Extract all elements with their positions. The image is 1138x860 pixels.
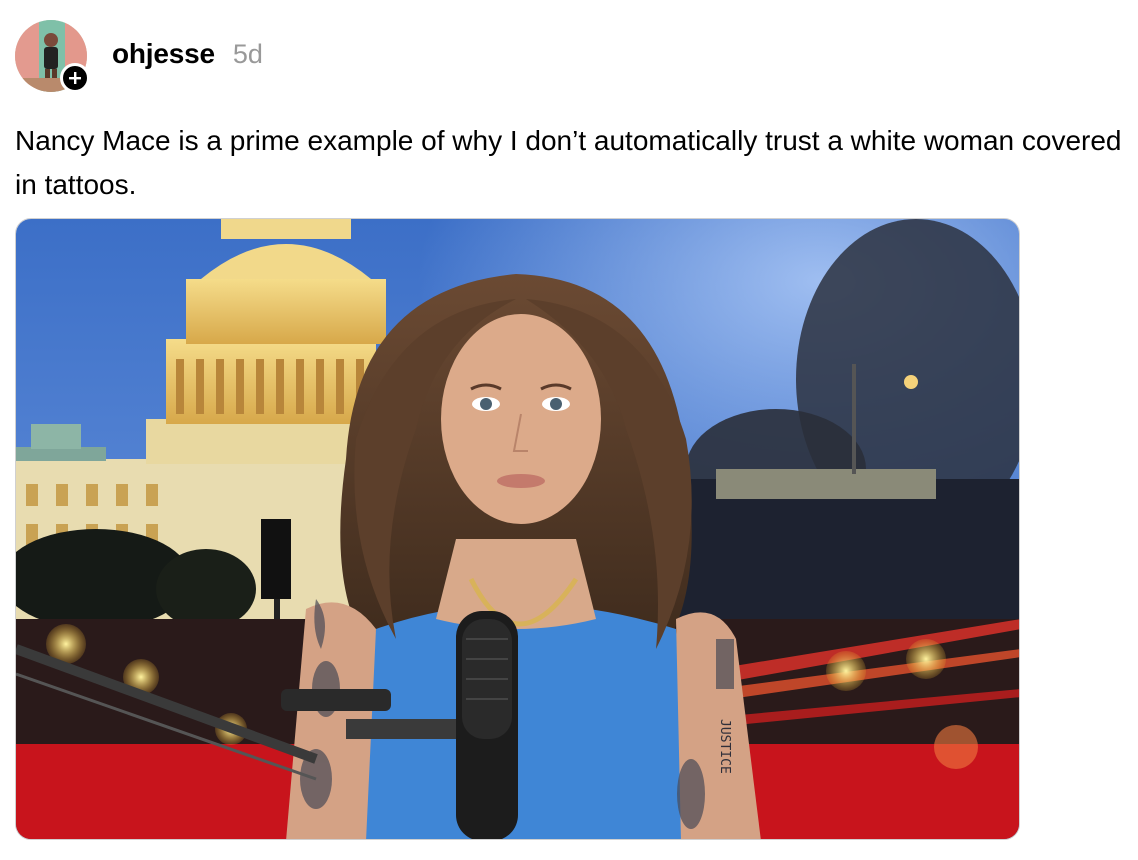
post-timestamp[interactable]: 5d: [233, 39, 263, 70]
post-image[interactable]: JUSTICE: [15, 218, 1020, 840]
post-body-text: Nancy Mace is a prime example of why I d…: [15, 125, 1122, 200]
thread-post: ohjesse 5d Nancy Mace is a prime example…: [0, 0, 1138, 860]
plus-icon: [69, 72, 81, 84]
username-link[interactable]: ohjesse: [112, 38, 215, 70]
follow-button[interactable]: [60, 63, 90, 93]
news-photo: JUSTICE: [16, 219, 1019, 839]
tattoo-text: JUSTICE: [717, 719, 732, 774]
post-header: ohjesse 5d: [112, 38, 263, 78]
avatar-container[interactable]: [15, 20, 90, 94]
